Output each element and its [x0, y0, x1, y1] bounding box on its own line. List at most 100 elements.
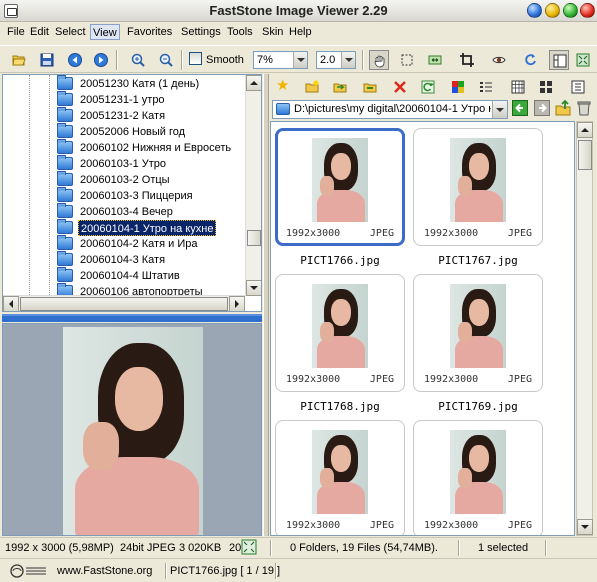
tree-guide-line [29, 75, 30, 311]
previous-button[interactable] [65, 50, 85, 70]
menu-select[interactable]: Select [53, 24, 88, 40]
horizontal-splitter[interactable] [2, 314, 262, 322]
selection-rectangle-icon [401, 54, 413, 66]
tree-item[interactable]: 20060103-2 Отцы [57, 171, 247, 188]
close-button[interactable] [580, 3, 595, 18]
folder-icon [57, 123, 73, 138]
menu-skin[interactable]: Skin [260, 24, 285, 40]
favorites-button[interactable]: ★ [274, 77, 294, 97]
browser-mode-button[interactable] [549, 50, 569, 70]
rotate-button[interactable] [521, 50, 541, 70]
tree-item[interactable]: 20060103-4 Вечер [57, 203, 247, 220]
thumbnail[interactable]: 1992x3000 JPEG [275, 420, 405, 535]
scroll-down-arrow-icon[interactable] [577, 519, 593, 535]
ratio-select[interactable]: 2.0 [316, 51, 356, 69]
copy-to-button[interactable] [330, 77, 350, 97]
menu-help[interactable]: Help [287, 24, 314, 40]
thumbnail[interactable]: 1992x3000 JPEG PICT1766.jpg [275, 128, 405, 270]
select-tool-button[interactable] [397, 50, 417, 70]
thumbnail[interactable]: 1992x3000 JPEG PICT1768.jpg [275, 274, 405, 416]
color-sort-button[interactable] [448, 77, 468, 97]
fullscreen-icon [576, 53, 590, 67]
move-to-button[interactable] [360, 77, 380, 97]
tree-item[interactable]: 20060103-3 Пиццерия [57, 187, 247, 204]
tree-item[interactable]: 20060102 Нижняя и Евросеть [57, 139, 247, 156]
zoom-out-button[interactable] [156, 50, 176, 70]
tree-item[interactable]: 20060104-2 Катя и Ира [57, 235, 247, 252]
thumbnail-grid[interactable]: 1992x3000 JPEG PICT1766.jpg 1992x3000 JP… [270, 121, 575, 536]
main-toolbar: Smooth 7% 2.0 [0, 45, 597, 73]
scroll-thumb[interactable] [578, 140, 592, 170]
crop-button[interactable] [457, 50, 477, 70]
tree-item[interactable]: 20052006 Новый год [57, 123, 247, 140]
scroll-thumb[interactable] [247, 230, 261, 246]
thumbnail-vertical-scrollbar[interactable] [576, 121, 593, 536]
new-folder-button[interactable] [302, 77, 322, 97]
scroll-down-arrow-icon[interactable] [246, 280, 261, 296]
forward-arrow-icon [534, 100, 550, 116]
resize-button[interactable] [425, 50, 445, 70]
zoom-in-button[interactable] [128, 50, 148, 70]
chevron-down-icon[interactable] [492, 101, 507, 118]
thumbnail[interactable]: 1992x3000 JPEG PICT1769.jpg [413, 274, 543, 416]
recycle-bin-button[interactable] [576, 100, 594, 118]
menu-favorites[interactable]: Favorites [125, 24, 174, 40]
tree-item-selected[interactable]: 20060104-1 Утро на кухне [57, 219, 247, 236]
thumbnail[interactable]: 1992x3000 JPEG PICT1767.jpg [413, 128, 543, 270]
menu-view[interactable]: View [90, 24, 120, 40]
palette-icon [452, 81, 464, 93]
menu-edit[interactable]: Edit [28, 24, 51, 40]
save-button[interactable] [37, 50, 57, 70]
tree-item[interactable]: 20051231-2 Катя [57, 107, 247, 124]
next-button[interactable] [91, 50, 111, 70]
menu-file[interactable]: File [5, 24, 27, 40]
tree-vertical-scrollbar[interactable] [245, 75, 261, 296]
open-folder-button[interactable] [9, 50, 29, 70]
scroll-thumb[interactable] [20, 297, 228, 311]
menu-settings[interactable]: Settings [179, 24, 223, 40]
delete-button[interactable] [390, 77, 410, 97]
smooth-checkbox[interactable] [189, 52, 202, 65]
thumbnail-size-button[interactable] [508, 77, 528, 97]
forward-button[interactable] [534, 100, 552, 118]
chevron-down-icon [293, 52, 307, 68]
thumbnail-filename: PICT1766.jpg [300, 254, 380, 267]
path-combobox[interactable]: D:\pictures\my digital\20060104-1 Утро н [272, 100, 508, 119]
restore-button[interactable] [563, 3, 578, 18]
vertical-splitter[interactable] [263, 74, 269, 536]
scroll-up-arrow-icon[interactable] [577, 122, 593, 138]
maximize-button[interactable] [545, 3, 560, 18]
folder-tree[interactable]: 20051230 Катя (1 день) 20051231-1 утро 2… [2, 74, 262, 312]
website-link[interactable]: www.FastStone.org [57, 564, 152, 578]
image-preview[interactable] [2, 323, 262, 536]
minimize-button[interactable] [527, 3, 542, 18]
tree-item[interactable]: 20051231-1 утро [57, 91, 247, 108]
menu-tools[interactable]: Tools [225, 24, 255, 40]
refresh-icon [421, 80, 435, 94]
tree-item[interactable]: 20051230 Катя (1 день) [57, 75, 247, 92]
scroll-up-arrow-icon[interactable] [246, 75, 261, 91]
back-button[interactable] [512, 100, 530, 118]
fit-window-button[interactable] [241, 539, 259, 557]
status-separator [545, 540, 547, 556]
tree-item[interactable]: 20060104-3 Катя [57, 251, 247, 268]
details-view-button[interactable] [476, 77, 496, 97]
status-file-size: 3 020KB [179, 542, 222, 554]
tree-item-label: 20060104-3 Катя [80, 254, 166, 266]
red-eye-button[interactable] [489, 50, 509, 70]
title-bar[interactable]: FastStone Image Viewer 2.29 [0, 0, 597, 22]
tree-item[interactable]: 20060104-4 Штатив [57, 267, 247, 284]
hand-tool-button[interactable] [369, 50, 389, 70]
sort-button[interactable] [568, 77, 588, 97]
fullscreen-button[interactable] [573, 50, 593, 70]
tree-item[interactable]: 20060103-1 Утро [57, 155, 247, 172]
faststone-logo-icon[interactable] [8, 563, 48, 579]
scroll-right-arrow-icon[interactable] [229, 296, 245, 311]
filter-button[interactable] [536, 77, 556, 97]
tree-horizontal-scrollbar[interactable] [3, 295, 245, 311]
thumbnail[interactable]: 1992x3000 JPEG [413, 420, 543, 535]
up-folder-button[interactable] [555, 99, 573, 118]
refresh-button[interactable] [418, 77, 438, 97]
scroll-left-arrow-icon[interactable] [3, 296, 19, 311]
zoom-select[interactable]: 7% [253, 51, 308, 69]
